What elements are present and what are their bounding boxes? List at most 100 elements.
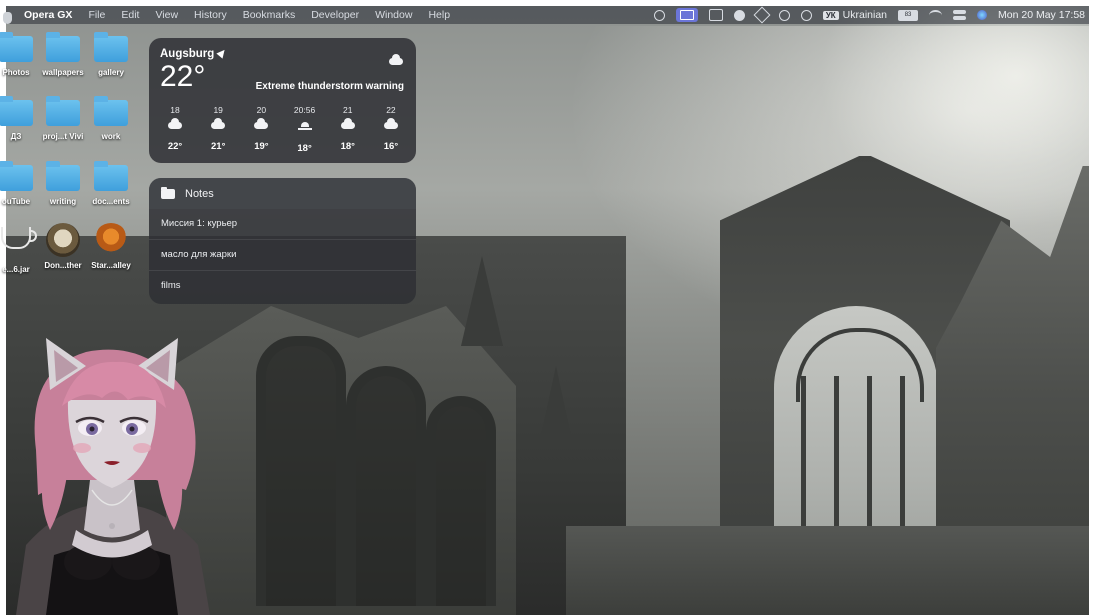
language-badge: УК — [822, 10, 839, 20]
desktop-icon-label: doc...ents — [92, 197, 130, 206]
folder-icon — [94, 96, 128, 126]
desktop-icon-label: Don...ther — [44, 261, 82, 270]
forecast-time: 19 — [213, 105, 223, 115]
screen-mirroring-icon[interactable] — [675, 8, 698, 22]
folder-icon — [46, 32, 80, 62]
menu-view[interactable]: View — [147, 9, 186, 21]
creative-cloud-icon[interactable] — [733, 9, 745, 21]
desktop-app-dont-starve-together[interactable]: Don...ther — [37, 223, 89, 270]
desktop-icon-label: ДЗ — [10, 132, 22, 141]
cloud-icon — [340, 118, 355, 129]
wallpaper-arch — [426, 396, 496, 606]
desktop-app-stardew-valley[interactable]: Star...alley — [85, 223, 137, 270]
input-source[interactable]: УК Ukrainian — [822, 9, 888, 21]
control-center-icon[interactable] — [953, 10, 967, 20]
desktop-folder-dz[interactable]: ДЗ — [0, 96, 42, 141]
menu-edit[interactable]: Edit — [113, 9, 147, 21]
menu-history[interactable]: History — [186, 9, 235, 21]
forecast-hour: 19 21° — [200, 105, 236, 154]
forecast-temp: 22° — [167, 141, 183, 152]
forecast-time: 18 — [170, 105, 180, 115]
notes-folder-icon — [161, 186, 175, 199]
note-item[interactable]: масло для жарки — [149, 240, 416, 271]
language-label: Ukrainian — [842, 9, 888, 21]
forecast-temp: 19° — [254, 141, 269, 152]
forecast-hour: 20:56 18° — [287, 105, 323, 154]
timer-icon[interactable] — [653, 9, 665, 21]
folder-icon — [94, 161, 128, 191]
apple-menu-icon[interactable] — [3, 12, 12, 24]
menu-bookmarks[interactable]: Bookmarks — [235, 9, 304, 21]
wallpaper-arch — [256, 336, 346, 606]
folder-icon — [46, 96, 80, 126]
forecast-time: 22 — [386, 105, 396, 115]
desktop-icon-label: work — [101, 132, 121, 141]
cloud-icon — [211, 118, 226, 129]
menu-bar: Opera GX File Edit View History Bookmark… — [3, 6, 1089, 24]
forecast-time: 20 — [256, 105, 267, 115]
battery-icon[interactable]: 83 — [898, 9, 919, 21]
wifi-icon[interactable] — [929, 9, 943, 21]
desktop-folder-project-vivi[interactable]: proj...t Vivi — [37, 96, 89, 141]
wallpaper-arch — [346, 366, 426, 606]
siri-icon[interactable] — [977, 10, 988, 20]
menu-developer[interactable]: Developer — [303, 9, 367, 21]
dont-starve-icon — [46, 223, 80, 257]
forecast-temp: 16° — [383, 141, 399, 152]
location-arrow-icon — [216, 47, 228, 59]
note-item[interactable]: Миссия 1: курьер — [149, 209, 416, 240]
forecast-temp: 18° — [297, 143, 312, 154]
forecast-temp: 21° — [211, 141, 226, 152]
cloud-icon — [168, 118, 182, 129]
layers-icon[interactable] — [753, 6, 771, 24]
menu-window[interactable]: Window — [367, 9, 420, 21]
desktop-folder-writing[interactable]: writing — [37, 161, 89, 206]
hourly-forecast: 18 22° 19 21° 20 19° 20:56 18° 21 18° 22… — [157, 105, 409, 154]
desktop-folder-work[interactable]: work — [85, 96, 137, 141]
menu-file[interactable]: File — [80, 9, 113, 21]
note-item[interactable]: films — [149, 271, 416, 301]
menu-clock[interactable]: Mon 20 May 17:58 — [998, 9, 1085, 21]
cloud-icon — [254, 118, 269, 129]
forecast-temp: 18° — [340, 141, 355, 152]
weather-city-name: Augsburg — [160, 48, 215, 60]
desktop-file-jar[interactable]: e...6.jar — [0, 223, 42, 274]
desktop-folder-photos[interactable]: Photos — [0, 32, 42, 77]
sunset-icon — [297, 121, 312, 131]
desktop-icon-label: proj...t Vivi — [42, 132, 84, 141]
desktop-icon-label: Star...alley — [91, 261, 131, 270]
weather-warning: Extreme thunderstorm warning — [255, 81, 404, 92]
notes-header[interactable]: Notes — [149, 178, 416, 209]
desktop-icon-label: Photos — [2, 68, 30, 77]
menu-help[interactable]: Help — [420, 9, 458, 21]
weather-widget[interactable]: Augsburg 22° Extreme thunderstorm warnin… — [149, 38, 416, 163]
camera-icon[interactable] — [708, 9, 723, 21]
forecast-hour: 20 19° — [243, 105, 279, 154]
vtuber-avatar — [16, 338, 210, 615]
cloud-icon — [383, 118, 398, 129]
forecast-hour: 18 22° — [157, 105, 193, 154]
desktop-icon-label: e...6.jar — [2, 265, 30, 274]
wallpaper-ground — [566, 526, 1089, 615]
stardew-chicken-icon — [94, 223, 128, 257]
forecast-time: 21 — [343, 105, 353, 115]
folder-icon — [0, 161, 33, 191]
folder-icon — [94, 32, 128, 62]
forecast-time: 20:56 — [293, 105, 316, 115]
notes-widget[interactable]: Notes Миссия 1: курьер масло для жарки f… — [149, 178, 416, 304]
weather-temperature: 22° — [160, 60, 206, 93]
menu-app-name[interactable]: Opera GX — [6, 9, 80, 21]
cloud-icon — [389, 54, 403, 65]
desktop-folder-gallery[interactable]: gallery — [85, 32, 137, 77]
desktop-folder-documents[interactable]: doc...ents — [85, 161, 137, 206]
desktop-folder-youtube[interactable]: ouTube — [0, 161, 42, 206]
play-icon[interactable] — [800, 9, 812, 21]
weather-city: Augsburg — [160, 47, 228, 60]
desktop-icon-label: writing — [49, 197, 77, 206]
headphones-icon[interactable] — [778, 9, 790, 21]
forecast-hour: 22 16° — [373, 105, 409, 154]
folder-icon — [0, 96, 33, 126]
desktop-folder-wallpapers[interactable]: wallpapers — [37, 32, 89, 77]
folder-icon — [0, 32, 33, 62]
desktop-icon-label: ouTube — [1, 197, 31, 206]
